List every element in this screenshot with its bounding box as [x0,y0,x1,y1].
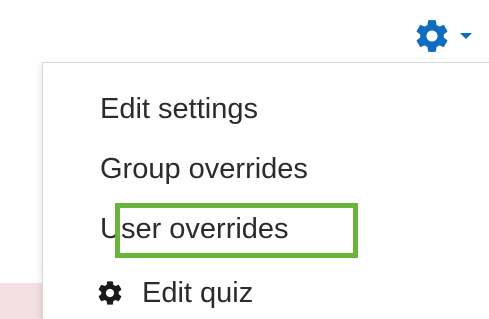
gear-icon [98,281,122,305]
menu-item-edit-settings[interactable]: Edit settings [100,92,258,126]
menu-item-edit-quiz[interactable]: Edit quiz [142,276,253,310]
caret-down-icon [460,33,472,39]
menu-item-group-overrides[interactable]: Group overrides [100,152,308,186]
actions-menu-trigger[interactable] [413,16,489,56]
menu-item-user-overrides[interactable]: User overrides [100,212,289,246]
gear-icon [416,20,448,52]
page: Edit settings Group overrides User overr… [0,0,489,319]
